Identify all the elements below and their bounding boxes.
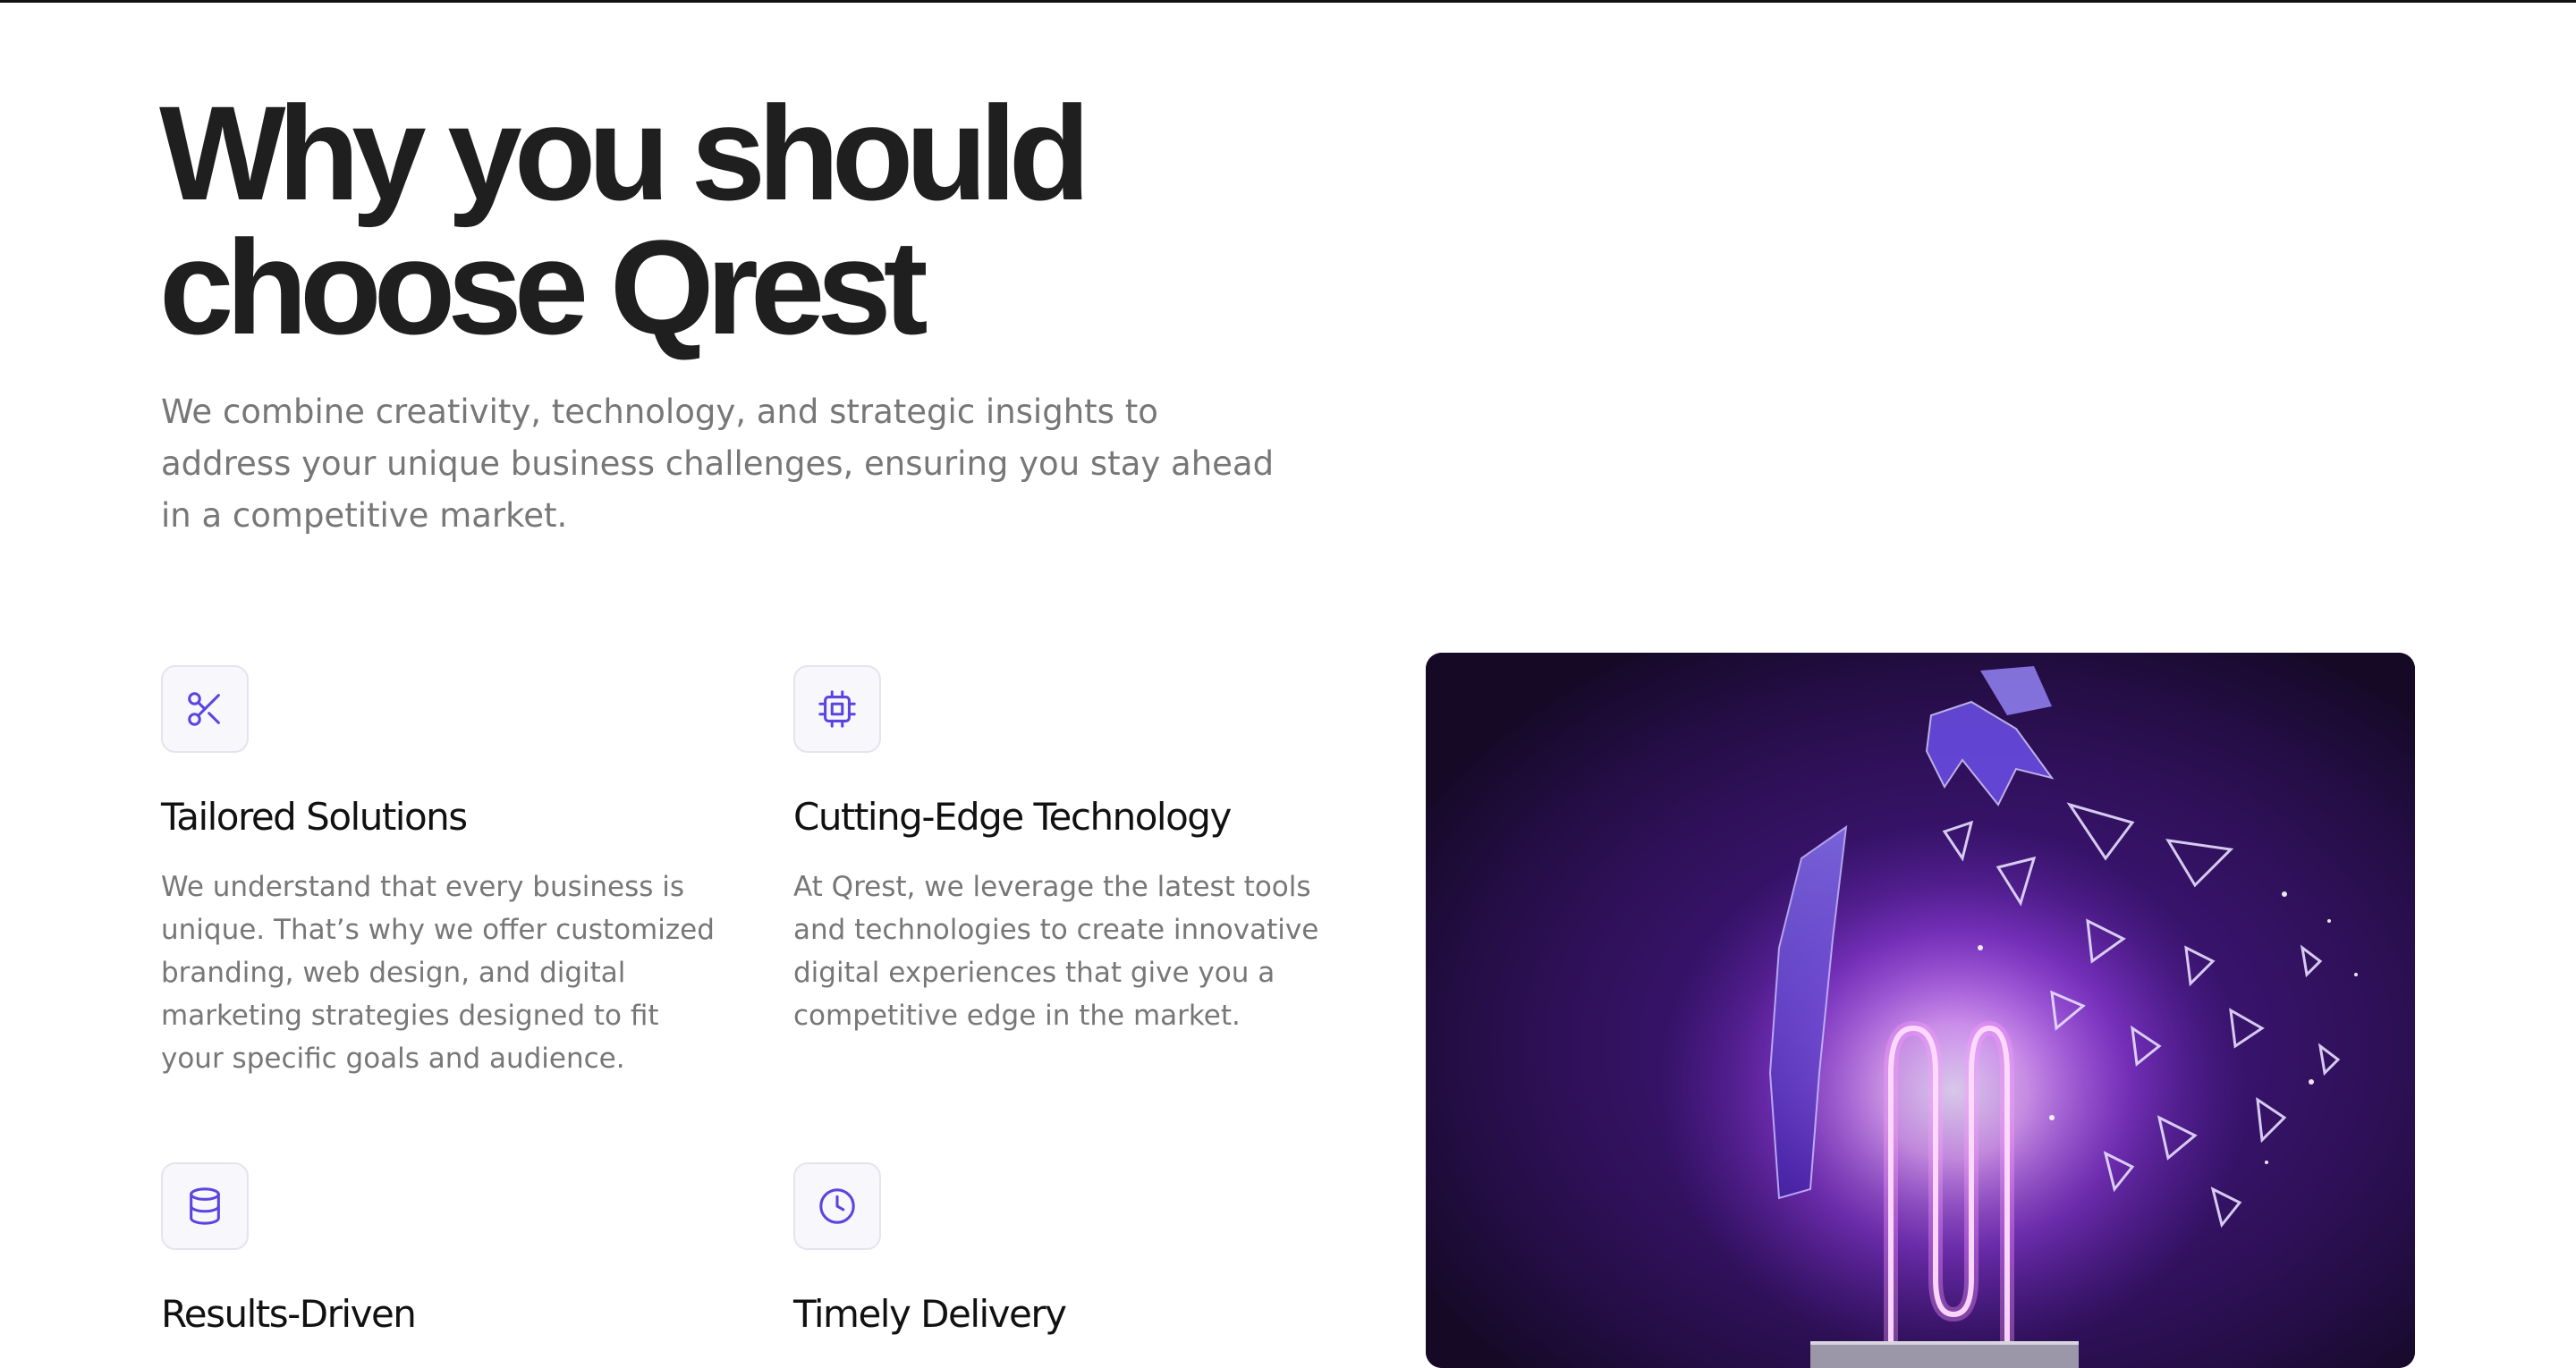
feature-title: Tailored Solutions [161,795,468,839]
page-title: Why you should choose Qrest [159,86,1322,354]
feature-title: Cutting-Edge Technology [793,795,1232,839]
feature-title: Results-Driven [161,1292,417,1336]
feature-description: At Qrest, we leverage the latest tools a… [793,871,1319,1032]
feature-icon-box [161,665,249,753]
lightbulb-illustration [1426,653,2415,1368]
page-subtitle: We combine creativity, technology, and s… [161,393,1275,535]
feature-timely-delivery: Timely Delivery [793,1162,1348,1363]
feature-icon-box [793,1162,881,1250]
feature-tailored-solutions: Tailored Solutions We understand that ev… [161,665,716,1080]
clock-icon [819,1188,855,1224]
cpu-chip-icon [818,690,856,728]
feature-description: We understand that every business is uni… [161,871,715,1075]
feature-icon-box [793,665,881,753]
scissors-icon [188,692,220,726]
top-border [0,0,2576,3]
page-title-line-1: Why you should [159,78,1090,228]
feature-title: Timely Delivery [793,1292,1067,1336]
feature-cutting-edge-technology: Cutting-Edge Technology At Qrest, we lev… [793,665,1348,1037]
shattered-lightbulb-image [1426,653,2415,1368]
feature-icon-box [161,1162,249,1250]
page-title-line-2: choose Qrest [159,212,928,362]
database-icon [190,1187,220,1225]
feature-results-driven: Results-Driven [161,1162,716,1363]
